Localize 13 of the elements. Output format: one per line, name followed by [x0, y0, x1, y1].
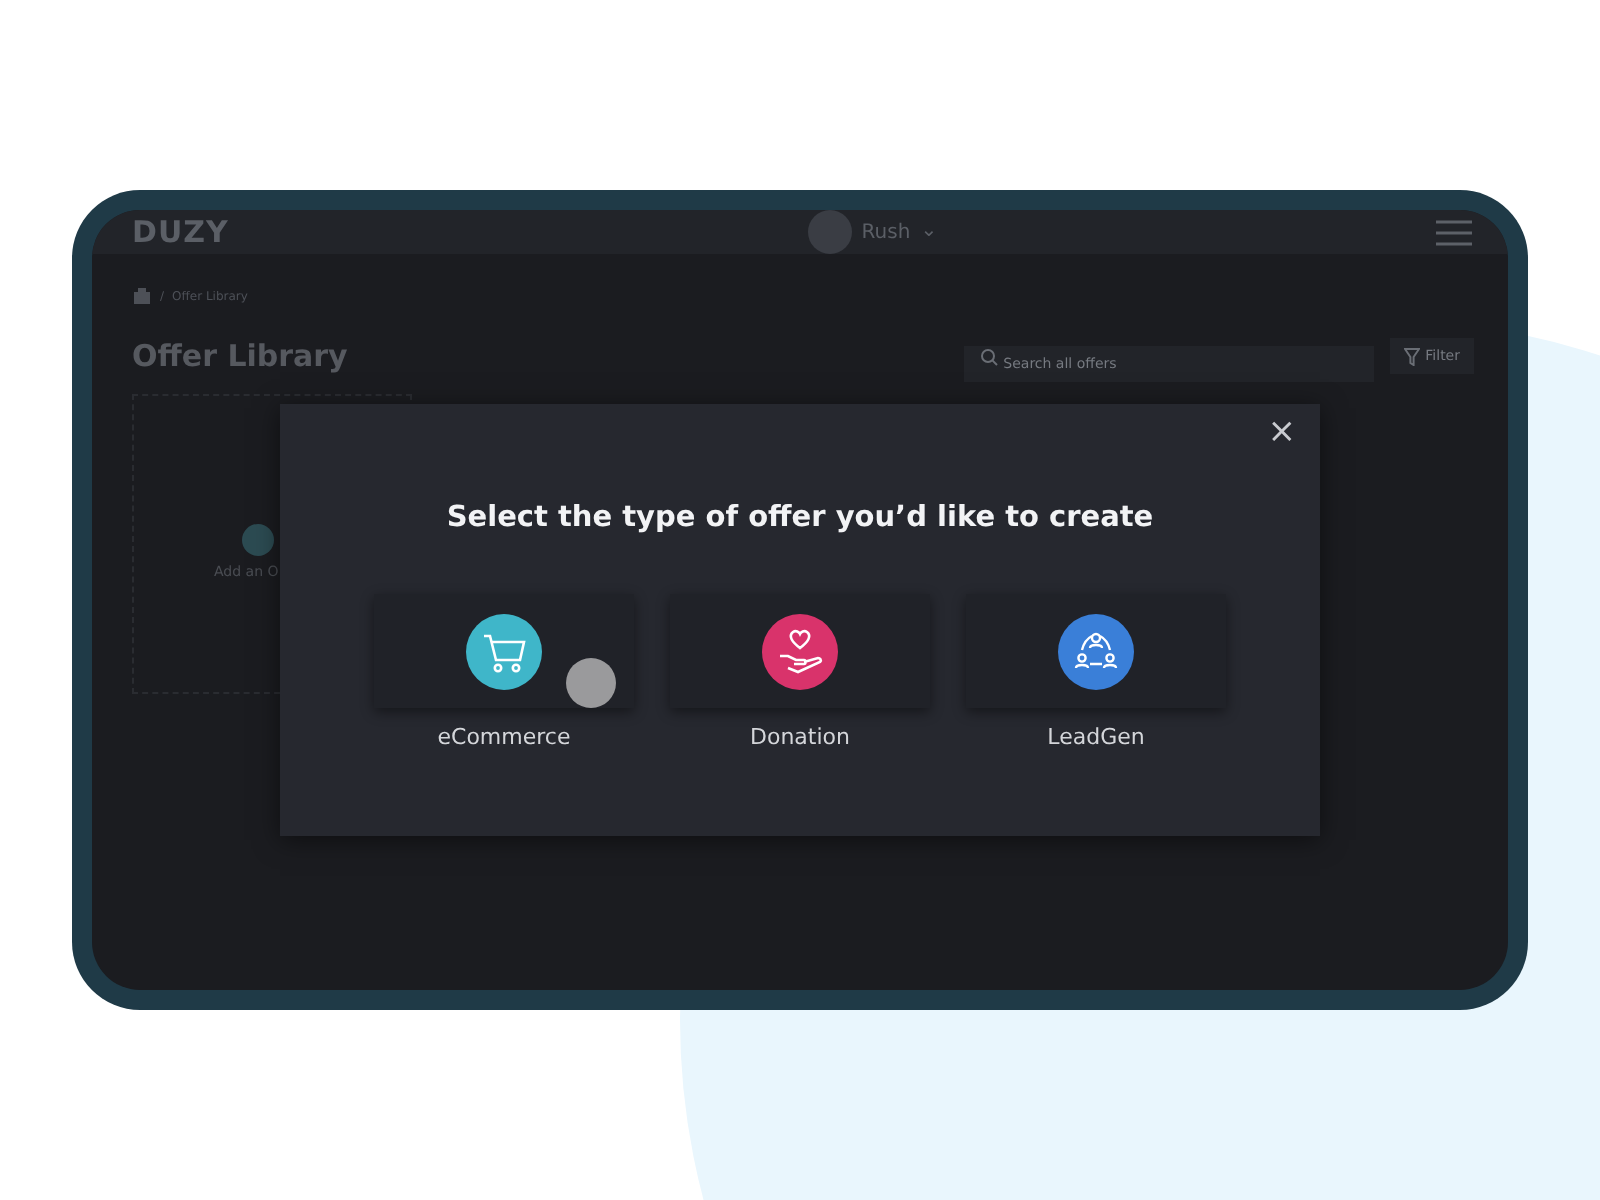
menu-icon[interactable] [1436, 219, 1472, 245]
logo: DUZY [132, 214, 229, 250]
search-icon [979, 348, 998, 366]
filter-icon [1403, 347, 1420, 365]
home-icon[interactable] [132, 288, 152, 306]
caret-icon[interactable]: ⌄ [920, 222, 938, 242]
modal-title: Select the type of offer you’d like to create [446, 502, 1154, 534]
offer-type-label: eCommerce [437, 724, 571, 750]
page-title: Offer Library [132, 338, 348, 374]
close-button[interactable]: × [1259, 412, 1304, 452]
offer-type-label: LeadGen [1047, 724, 1145, 750]
user-name[interactable]: Rush [861, 221, 911, 243]
offer-type-label: Donation [750, 724, 850, 750]
